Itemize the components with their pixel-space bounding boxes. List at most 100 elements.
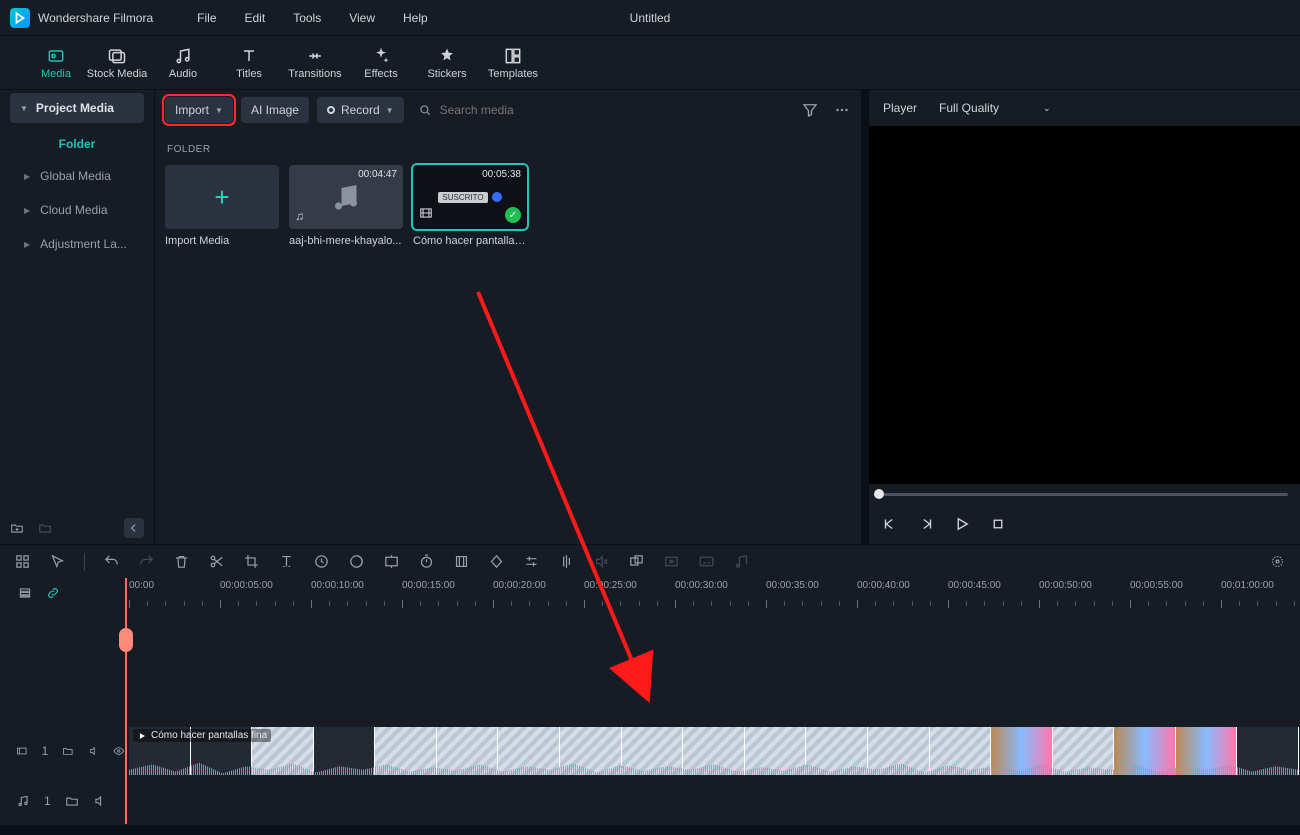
video-track-icon [16, 744, 28, 758]
audio-mixer-icon[interactable] [558, 553, 575, 570]
chevron-right-icon: ▶ [24, 206, 30, 215]
prev-frame-icon[interactable] [881, 515, 899, 533]
ai-image-button[interactable]: AI Image [241, 97, 309, 123]
ruler-tick: 00:00:55:00 [1130, 580, 1183, 591]
color-icon[interactable] [348, 553, 365, 570]
menu-help[interactable]: Help [403, 11, 428, 25]
sidebar-folder[interactable]: Folder [0, 129, 154, 159]
tracks-area: 1 1 Cómo hacer pantallas fina [0, 608, 1300, 825]
main-tabs: Media Stock Media Audio Titles Transitio… [0, 36, 1300, 90]
card-caption: aaj-bhi-mere-khayalo... [289, 235, 403, 247]
ruler-tick: 00:00:25:00 [584, 580, 637, 591]
import-button[interactable]: Import ▼ [165, 97, 233, 123]
mute-icon[interactable] [88, 744, 100, 758]
preview-scrubber[interactable] [869, 484, 1300, 504]
tab-stock-media[interactable]: Stock Media [84, 36, 150, 89]
search-media[interactable] [412, 103, 793, 117]
playhead-grip[interactable] [119, 628, 133, 652]
ruler-tick: 00:01:00:00 [1221, 580, 1274, 591]
search-input[interactable] [440, 103, 620, 117]
adjust-icon[interactable] [523, 553, 540, 570]
text-icon[interactable] [278, 553, 295, 570]
grid-icon[interactable] [14, 553, 31, 570]
screenshot-icon[interactable] [383, 553, 400, 570]
tab-media[interactable]: Media [28, 36, 84, 89]
mute-icon[interactable] [93, 794, 107, 808]
menu-edit[interactable]: Edit [245, 11, 266, 25]
menu-file[interactable]: File [197, 11, 216, 25]
play-icon[interactable] [953, 515, 971, 533]
ruler-tick: 00:00:40:00 [857, 580, 910, 591]
project-media-header[interactable]: ▼ Project Media [10, 93, 144, 123]
audio-track-number: 1 [44, 794, 51, 808]
timeline-toolbar [0, 544, 1300, 578]
cut-icon[interactable] [208, 553, 225, 570]
tab-audio[interactable]: Audio [150, 36, 216, 89]
media-card-video[interactable]: 00:05:38 SUSCRITO ✓ Cómo hacer pantallas… [413, 165, 527, 247]
collapse-sidebar-button[interactable] [124, 518, 144, 538]
tab-titles[interactable]: Titles [216, 36, 282, 89]
chevron-right-icon: ▶ [24, 172, 30, 181]
beat-icon[interactable] [733, 553, 750, 570]
audio-track-header[interactable]: 1 [0, 776, 125, 826]
sidebar-item-adjustment-layer[interactable]: ▶ Adjustment La... [0, 227, 154, 261]
pointer-icon[interactable] [49, 553, 66, 570]
next-frame-icon[interactable] [917, 515, 935, 533]
import-media-card[interactable]: + Import Media [165, 165, 279, 247]
record-button[interactable]: Record ▼ [317, 97, 404, 123]
preview-panel: Player Full Quality ⌄ [869, 90, 1300, 544]
eye-icon[interactable] [113, 744, 125, 758]
tab-stickers[interactable]: Stickers [414, 36, 480, 89]
undo-icon[interactable] [103, 553, 120, 570]
video-track-header[interactable]: 1 [0, 726, 125, 776]
stop-icon[interactable] [989, 515, 1007, 533]
title-bar: Wondershare Filmora File Edit Tools View… [0, 0, 1300, 36]
detach-audio-icon[interactable] [593, 553, 610, 570]
more-icon[interactable] [833, 101, 851, 119]
preview-title: Player [883, 101, 917, 115]
render-icon[interactable] [663, 553, 680, 570]
tab-transitions[interactable]: Transitions [282, 36, 348, 89]
media-panel: Import ▼ AI Image Record ▼ FOLDER [155, 90, 861, 544]
document-title: Untitled [630, 11, 671, 25]
preview-canvas[interactable] [869, 126, 1300, 484]
playhead[interactable] [125, 578, 127, 824]
folder-track-icon[interactable] [65, 794, 79, 808]
timeline-video-clip[interactable]: Cómo hacer pantallas fina [128, 726, 1300, 776]
sidebar-item-cloud-media[interactable]: ▶ Cloud Media [0, 193, 154, 227]
keyframe-icon[interactable] [488, 553, 505, 570]
marker-icon[interactable] [453, 553, 470, 570]
ruler-tick: 00:00:20:00 [493, 580, 546, 591]
sidebar-item-label: Adjustment La... [40, 237, 127, 251]
chevron-down-icon: ▼ [20, 104, 28, 113]
track-manager-icon[interactable] [18, 586, 32, 600]
speed-icon[interactable] [313, 553, 330, 570]
settings-timeline-icon[interactable] [1269, 553, 1286, 570]
timeline-ruler[interactable]: 00:0000:00:05:0000:00:10:0000:00:15:0000… [0, 578, 1300, 608]
redo-icon[interactable] [138, 553, 155, 570]
filter-icon[interactable] [801, 101, 819, 119]
quality-label: Full Quality [939, 101, 999, 115]
scrub-knob[interactable] [874, 489, 884, 499]
folder-section-label: FOLDER [167, 144, 849, 155]
menu-bar: File Edit Tools View Help [183, 11, 442, 25]
search-icon [418, 103, 432, 117]
delete-icon[interactable] [173, 553, 190, 570]
menu-view[interactable]: View [349, 11, 375, 25]
timer-icon[interactable] [418, 553, 435, 570]
folder-icon[interactable] [38, 521, 52, 535]
folder-track-icon[interactable] [62, 744, 74, 758]
crop-icon[interactable] [243, 553, 260, 570]
tab-templates[interactable]: Templates [480, 36, 546, 89]
media-card-audio[interactable]: 00:04:47 ♫ aaj-bhi-mere-khayalo... [289, 165, 403, 247]
sidebar-item-global-media[interactable]: ▶ Global Media [0, 159, 154, 193]
subtitles-icon[interactable] [698, 553, 715, 570]
quality-selector[interactable]: Full Quality ⌄ [939, 101, 1051, 115]
tab-effects[interactable]: Effects [348, 36, 414, 89]
menu-tools[interactable]: Tools [293, 11, 321, 25]
link-icon[interactable] [46, 586, 60, 600]
sidebar-item-label: Cloud Media [40, 203, 107, 217]
new-folder-icon[interactable] [10, 521, 24, 535]
group-icon[interactable] [628, 553, 645, 570]
app-logo-icon [10, 8, 30, 28]
